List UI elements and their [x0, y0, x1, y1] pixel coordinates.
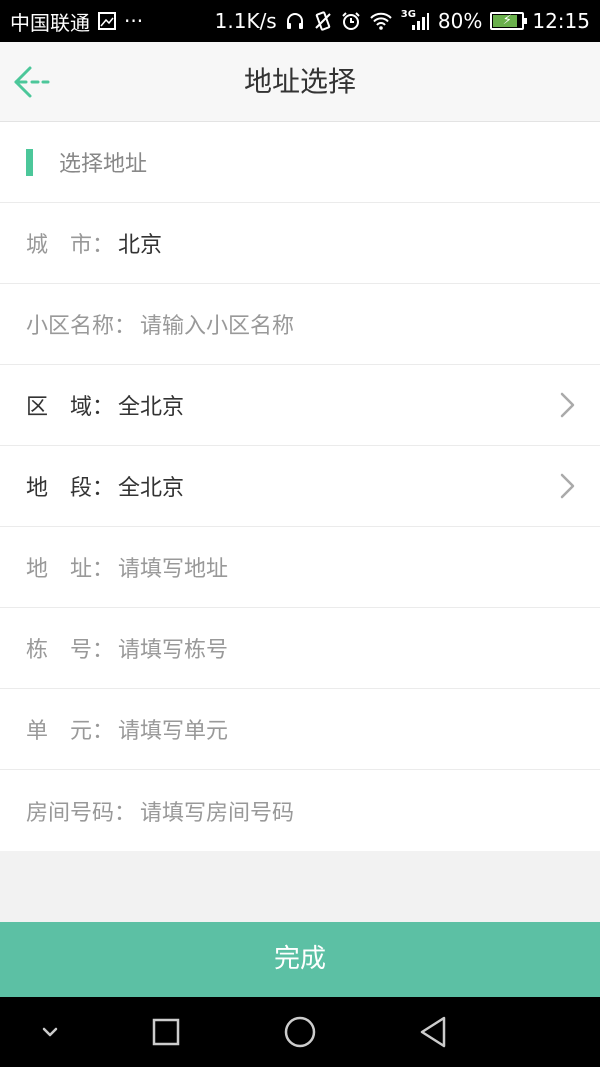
recent-apps-button[interactable]: [146, 1012, 186, 1052]
page-title: 地址选择: [243, 65, 356, 98]
status-bar: 中国联通 ··· 1.1K/s 3G 80% ⚡ 12:15: [0, 0, 600, 42]
unit-input[interactable]: 请填写单元: [118, 713, 228, 745]
circle-icon: [284, 1016, 316, 1048]
unit-row[interactable]: 单 元： 请填写单元: [0, 689, 600, 770]
district-label: 区 域：: [26, 395, 115, 420]
chevron-right-icon: [560, 473, 575, 499]
room-label: 房间号码：: [26, 800, 137, 826]
room-row[interactable]: 房间号码： 请填写房间号码: [0, 770, 600, 851]
network-type-label: 3G: [400, 8, 416, 20]
district-value: 全北京: [118, 395, 185, 420]
community-row[interactable]: 小区名称： 请输入小区名称: [0, 284, 600, 365]
network-speed: 1.1K/s: [214, 9, 277, 33]
area-label: 地 段：: [26, 476, 115, 501]
address-row[interactable]: 地 址： 请填写地址: [0, 527, 600, 608]
clock: 12:15: [532, 9, 590, 33]
area-value: 全北京: [118, 476, 185, 501]
cellular-signal-icon: 3G: [400, 8, 430, 31]
status-left: 中国联通 ···: [10, 7, 143, 36]
wifi-icon: [369, 11, 393, 31]
chevron-down-icon: [42, 1027, 58, 1037]
building-input[interactable]: 请填写栋号: [118, 632, 228, 664]
headphones-icon: [285, 11, 305, 31]
address-label: 地 址：: [26, 557, 115, 582]
vibrate-icon: [313, 11, 333, 31]
app-header: 地址选择: [0, 42, 600, 122]
building-row[interactable]: 栋 号： 请填写栋号: [0, 608, 600, 689]
city-label: 城 市：: [26, 233, 115, 258]
section-title: 选择地址: [59, 152, 148, 177]
address-form: 选择地址 城 市： 北京 小区名称： 请输入小区名称 区 域： 全北京 地 段：…: [0, 122, 600, 851]
battery-icon: ⚡: [490, 12, 528, 30]
system-nav-bar: [0, 997, 600, 1067]
section-accent-bar: [26, 148, 33, 176]
community-label: 小区名称：: [26, 314, 137, 339]
area-row[interactable]: 地 段： 全北京: [0, 446, 600, 527]
section-header: 选择地址: [0, 122, 600, 203]
more-notifications: ···: [124, 9, 144, 33]
done-button[interactable]: 完成: [0, 922, 600, 997]
charging-bolt-icon: ⚡: [502, 13, 512, 28]
community-input[interactable]: 请输入小区名称: [140, 308, 294, 340]
alarm-icon: [341, 11, 361, 31]
carrier-name: 中国联通: [10, 10, 90, 35]
district-row[interactable]: 区 域： 全北京: [0, 365, 600, 446]
address-input[interactable]: 请填写地址: [118, 551, 228, 583]
city-value: 北京: [118, 233, 163, 258]
triangle-back-icon: [420, 1016, 446, 1048]
back-nav-button[interactable]: [414, 1012, 454, 1052]
unit-label: 单 元：: [26, 719, 115, 744]
chevron-right-icon: [560, 392, 575, 418]
building-label: 栋 号：: [26, 638, 115, 663]
hide-keyboard-button[interactable]: [30, 1012, 70, 1052]
home-button[interactable]: [280, 1012, 320, 1052]
room-input[interactable]: 请填写房间号码: [140, 795, 294, 827]
square-icon: [152, 1018, 180, 1046]
status-right: 1.1K/s 3G 80% ⚡ 12:15: [214, 8, 590, 34]
battery-percent: 80%: [437, 9, 483, 33]
image-notification-icon: [98, 12, 116, 30]
city-row: 城 市： 北京: [0, 203, 600, 284]
